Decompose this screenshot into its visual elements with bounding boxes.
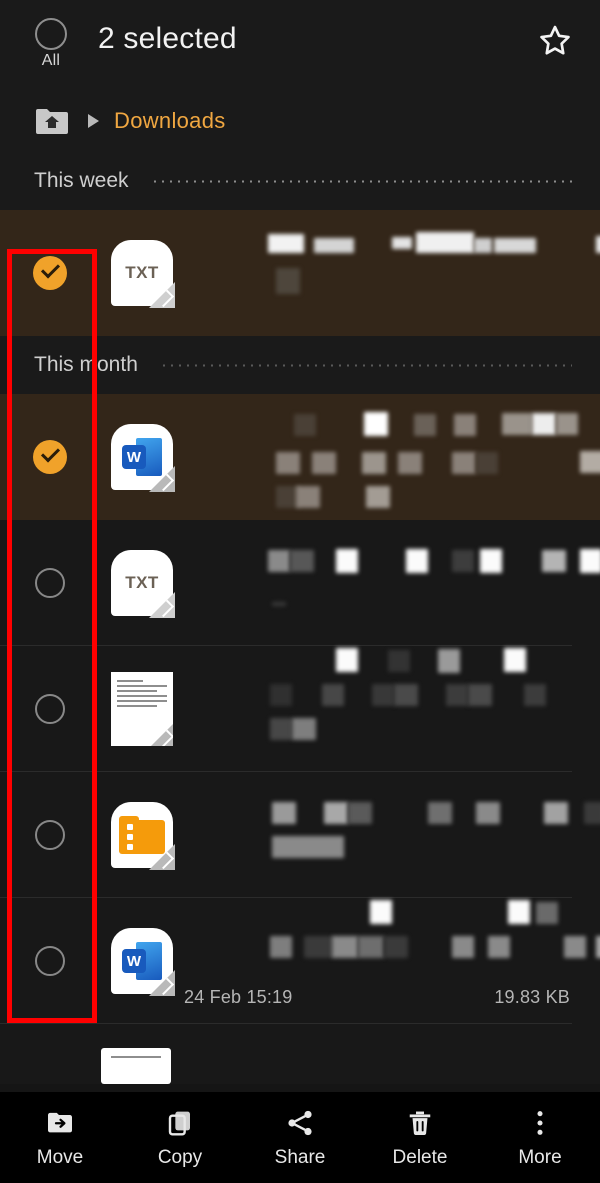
row-checkbox[interactable] xyxy=(0,694,100,724)
home-folder-icon[interactable] xyxy=(34,106,70,136)
txt-file-icon: TXT xyxy=(111,550,175,618)
row-checkbox[interactable] xyxy=(0,256,100,290)
overflow-menu-icon xyxy=(524,1107,556,1139)
circle-unchecked-icon[interactable] xyxy=(35,568,65,598)
app-bar: All 2 selected xyxy=(0,0,600,90)
table-row[interactable] xyxy=(0,646,600,772)
file-date: 24 Feb 15:19 xyxy=(184,987,293,1007)
favorite-button[interactable] xyxy=(536,22,574,60)
toolbar-label: More xyxy=(518,1146,562,1168)
group-header-this-week: This week xyxy=(0,152,600,210)
file-icon-label: TXT xyxy=(125,263,159,282)
breadcrumb: Downloads xyxy=(0,90,600,152)
circle-checked-icon[interactable] xyxy=(33,256,67,290)
file-icon: W xyxy=(100,928,184,996)
file-info xyxy=(184,772,600,898)
trash-icon xyxy=(404,1107,436,1139)
circle-unchecked-icon[interactable] xyxy=(35,18,67,50)
move-button[interactable]: Move xyxy=(0,1107,120,1169)
row-checkbox[interactable] xyxy=(0,440,100,474)
shortcut-arrow-icon xyxy=(149,282,175,308)
toolbar-label: Delete xyxy=(392,1146,448,1168)
shortcut-arrow-icon xyxy=(149,722,173,746)
word-document-icon: W xyxy=(111,928,175,996)
select-all-toggle[interactable]: All xyxy=(30,18,72,70)
file-info: 24 Feb 15:19 19.83 KB xyxy=(184,898,600,1024)
file-icon-label: TXT xyxy=(125,573,159,592)
share-button[interactable]: Share xyxy=(240,1107,360,1169)
breadcrumb-current[interactable]: Downloads xyxy=(114,108,226,134)
file-info xyxy=(184,646,600,772)
row-checkbox[interactable] xyxy=(0,820,100,850)
file-icon-label: W xyxy=(122,445,146,469)
star-outline-icon xyxy=(540,25,570,55)
table-row[interactable]: TXT xyxy=(0,210,600,336)
shortcut-arrow-icon xyxy=(149,592,175,618)
file-icon: TXT xyxy=(100,240,184,308)
file-info xyxy=(184,520,600,646)
file-manager-screen: All 2 selected Downloads This week TXT T… xyxy=(0,0,600,1183)
delete-button[interactable]: Delete xyxy=(360,1107,480,1169)
circle-unchecked-icon[interactable] xyxy=(35,820,65,850)
group-header-this-month: This month xyxy=(0,336,600,394)
circle-unchecked-icon[interactable] xyxy=(35,694,65,724)
dotted-divider xyxy=(159,363,572,367)
file-info xyxy=(184,394,600,520)
document-thumbnail-icon xyxy=(111,672,173,746)
page-title: 2 selected xyxy=(98,22,237,55)
copy-icon xyxy=(164,1107,196,1139)
file-info xyxy=(184,210,600,336)
file-icon: TXT xyxy=(100,550,184,618)
table-row[interactable]: W xyxy=(0,394,600,520)
action-toolbar: Move Copy Share Delete More xyxy=(0,1092,600,1183)
file-size: 19.83 KB xyxy=(494,987,570,1007)
file-icon-label: W xyxy=(122,949,146,973)
word-document-icon: W xyxy=(111,424,175,492)
toolbar-label: Move xyxy=(36,1146,84,1168)
toolbar-label: Copy xyxy=(157,1146,203,1168)
more-button[interactable]: More xyxy=(480,1107,600,1169)
txt-file-icon: TXT xyxy=(111,240,175,308)
share-icon xyxy=(284,1107,316,1139)
group-label: This month xyxy=(34,353,138,376)
file-icon xyxy=(100,672,184,746)
row-checkbox[interactable] xyxy=(0,946,100,976)
table-row-partial[interactable] xyxy=(0,1024,600,1084)
file-icon xyxy=(100,802,184,870)
copy-button[interactable]: Copy xyxy=(120,1107,240,1169)
dotted-divider xyxy=(150,179,572,183)
table-row[interactable]: W 24 Feb 15:19 19.83 KB xyxy=(0,898,600,1024)
row-checkbox[interactable] xyxy=(0,568,100,598)
table-row[interactable] xyxy=(0,772,600,898)
triangle-right-icon xyxy=(88,114,99,128)
table-row[interactable]: TXT xyxy=(0,520,600,646)
move-to-folder-icon xyxy=(44,1107,76,1139)
circle-checked-icon[interactable] xyxy=(33,440,67,474)
select-all-label: All xyxy=(41,52,61,69)
group-label: This week xyxy=(34,169,129,192)
document-thumbnail-icon xyxy=(101,1048,171,1084)
circle-unchecked-icon[interactable] xyxy=(35,946,65,976)
file-icon: W xyxy=(100,424,184,492)
toolbar-label: Share xyxy=(274,1146,326,1168)
zip-archive-icon xyxy=(111,802,175,870)
